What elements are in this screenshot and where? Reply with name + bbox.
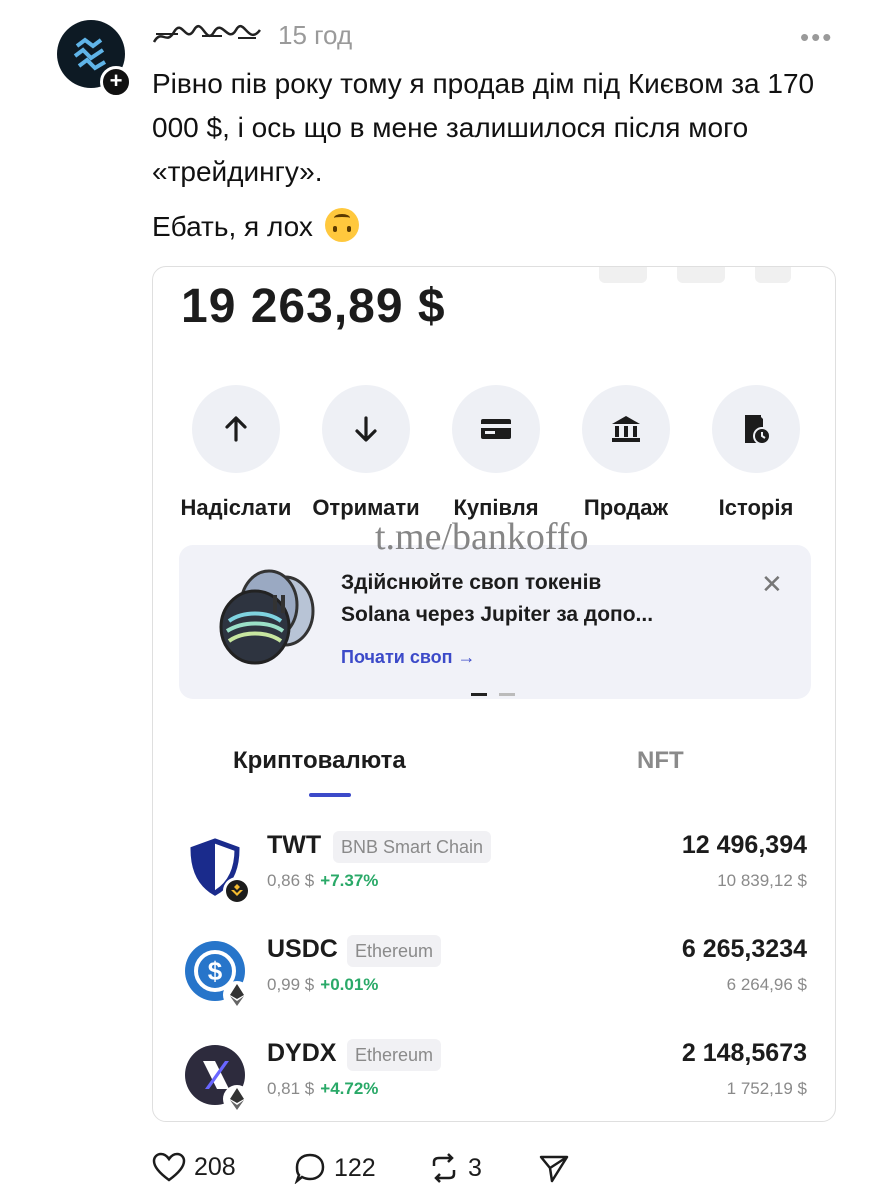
upside-down-face-icon — [324, 208, 359, 242]
buy-button[interactable]: Купівля — [431, 385, 561, 521]
bank-icon — [612, 416, 640, 442]
carousel-dot[interactable] — [471, 693, 487, 696]
jupiter-coins-icon — [219, 569, 315, 665]
tab-nft[interactable]: NFT — [637, 747, 684, 775]
token-symbol: TWT — [267, 831, 322, 859]
ethereum-icon — [223, 1085, 251, 1113]
token-change: +7.37% — [320, 871, 379, 890]
token-row[interactable]: $ USDC Ethereum 0,99 $ +0.01% 6 265,3234 … — [153, 935, 835, 1025]
top-icon — [677, 267, 725, 283]
repost-icon — [432, 1153, 456, 1183]
top-icon — [599, 267, 647, 283]
bnb-chain-icon — [223, 877, 251, 905]
token-symbol: USDC — [267, 935, 338, 963]
top-icon — [755, 267, 791, 283]
arrow-down-icon — [355, 416, 377, 442]
close-icon[interactable]: ✕ — [761, 569, 783, 600]
history-icon — [745, 415, 771, 445]
history-button[interactable]: Історія — [691, 385, 821, 521]
post-text-second: Ебать, я лох — [152, 205, 359, 249]
token-price: 0,81 $ +4.72% — [267, 1079, 378, 1099]
thread-post: + 15 год ••• Рівно пів року тому я прода… — [0, 0, 894, 1200]
receive-button[interactable]: Отримати — [301, 385, 431, 521]
token-change: +4.72% — [320, 1079, 379, 1098]
arrow-up-icon — [225, 416, 247, 442]
ethereum-icon — [223, 981, 251, 1009]
post-timestamp: 15 год — [278, 20, 353, 50]
sell-button[interactable]: Продаж — [561, 385, 691, 521]
post-text: Рівно пів року тому я продав дім під Киє… — [152, 68, 815, 187]
start-swap-link[interactable]: Почати своп → — [341, 647, 476, 668]
repost-count: 3 — [468, 1153, 482, 1182]
token-row[interactable]: TWT BNB Smart Chain 0,86 $ +7.37% 12 496,… — [153, 831, 835, 921]
token-row[interactable]: DYDX Ethereum 0,81 $ +4.72% 2 148,5673 1 … — [153, 1039, 835, 1121]
token-amount: 12 496,394 — [681, 831, 807, 859]
wallet-balance: 19 263,89 $ — [181, 280, 446, 333]
token-price: 0,99 $ +0.01% — [267, 975, 378, 995]
like-count: 208 — [194, 1152, 236, 1181]
carousel-dots — [471, 683, 527, 701]
promo-banner[interactable]: Здійснюйте своп токенів Solana через Jup… — [179, 545, 811, 699]
comment-icon — [294, 1153, 325, 1184]
share-button[interactable] — [538, 1152, 570, 1184]
card-icon — [481, 419, 511, 439]
heart-icon — [152, 1152, 186, 1182]
send-label: Надіслати — [180, 495, 292, 520]
token-fiat-value: 6 264,96 $ — [726, 975, 807, 994]
token-chain-badge: Ethereum — [347, 1039, 442, 1071]
like-button[interactable]: 208 — [152, 1152, 236, 1182]
banner-line: Solana через Jupiter за допо... — [341, 603, 654, 626]
banner-line: Здійснюйте своп токенів — [341, 571, 602, 594]
watermark-text: t.me/bankoffo — [375, 516, 589, 558]
send-button[interactable]: Надіслати — [171, 385, 301, 521]
token-symbol: DYDX — [267, 1039, 337, 1067]
token-chain-badge: BNB Smart Chain — [333, 831, 492, 863]
banner-text: Здійснюйте своп токенів Solana через Jup… — [341, 567, 721, 631]
post-text-line: Ебать, я лох — [152, 211, 313, 242]
token-chain-badge: Ethereum — [347, 935, 442, 967]
follow-plus-icon[interactable]: + — [100, 66, 132, 98]
tab-underline — [309, 793, 351, 797]
repost-button[interactable]: 3 — [428, 1152, 482, 1184]
token-price: 0,86 $ +7.37% — [267, 871, 378, 891]
reply-count: 122 — [334, 1153, 376, 1182]
send-share-icon — [539, 1155, 569, 1183]
reply-button[interactable]: 122 — [294, 1152, 376, 1184]
wallet-screenshot[interactable]: 19 263,89 $ Надіслати Отримати Купівля П… — [152, 266, 836, 1122]
token-amount: 2 148,5673 — [681, 1039, 807, 1067]
handwritten-username[interactable] — [152, 24, 264, 50]
token-price-value: 0,86 $ — [267, 871, 315, 890]
carousel-dot[interactable] — [499, 693, 515, 696]
token-fiat-value: 1 752,19 $ — [726, 1079, 807, 1098]
tab-crypto[interactable]: Криптовалюта — [233, 747, 406, 775]
history-label: Історія — [718, 495, 794, 520]
token-fiat-value: 10 839,12 $ — [717, 871, 807, 890]
token-price-value: 0,81 $ — [267, 1079, 315, 1098]
token-amount: 6 265,3234 — [681, 935, 807, 963]
more-dots-icon[interactable]: ••• — [800, 22, 833, 53]
svg-text:$: $ — [208, 956, 223, 986]
token-change: +0.01% — [320, 975, 379, 994]
token-price-value: 0,99 $ — [267, 975, 315, 994]
